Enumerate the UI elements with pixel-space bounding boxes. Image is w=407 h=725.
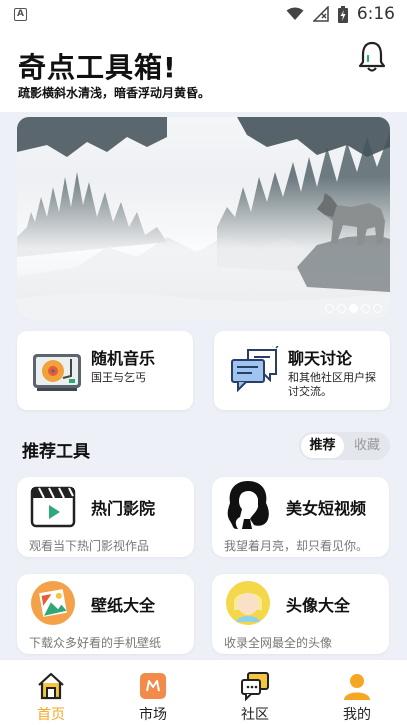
tool-desc: 收录全网最全的头像: [224, 636, 333, 650]
nav-label: 我的: [343, 707, 371, 723]
tab-recommend[interactable]: 推荐: [301, 434, 344, 458]
feature-desc: 和其他社区用户探讨交流。: [288, 371, 376, 398]
page-subtitle: 疏影横斜水清浅，暗香浮动月黄昏。: [18, 86, 211, 100]
header: 奇点工具箱! 疏影横斜水清浅，暗香浮动月黄昏。: [0, 28, 407, 112]
tool-card-short-video[interactable]: 美女短视频 我望着月亮，却只看见你。: [212, 477, 389, 557]
tool-card-cinema[interactable]: 热门影院 观看当下热门影视作品: [17, 477, 194, 557]
signal-off-icon: [312, 6, 329, 22]
tool-name: 美女短视频: [286, 499, 367, 518]
carousel-dot[interactable]: [361, 304, 370, 313]
bell-icon[interactable]: [355, 40, 389, 74]
feature-card-chat[interactable]: 聊天讨论 和其他社区用户探讨交流。: [214, 331, 390, 410]
tool-card-wallpaper[interactable]: 壁纸大全 下载众多好看的手机壁纸: [17, 574, 194, 654]
carousel-dot-active[interactable]: [349, 304, 358, 313]
carousel-dot[interactable]: [373, 304, 382, 313]
home-icon: [38, 672, 64, 700]
avatar-icon: [226, 581, 270, 625]
nav-item-home[interactable]: 首页: [0, 660, 102, 725]
clapperboard-icon: [30, 486, 76, 528]
page-title: 奇点工具箱!: [18, 51, 177, 84]
tool-card-avatar[interactable]: 头像大全 收录全网最全的头像: [212, 574, 389, 654]
tool-desc: 观看当下热门影视作品: [29, 539, 150, 553]
nav-item-community[interactable]: 社区: [204, 660, 306, 725]
tab-favorites[interactable]: 收藏: [346, 434, 388, 458]
battery-charging-icon: [337, 5, 348, 23]
carousel-indicator: [325, 304, 382, 313]
feature-title: 随机音乐: [91, 349, 156, 368]
status-time: 6:16: [356, 4, 395, 24]
wifi-icon: [286, 7, 304, 20]
tab-switcher: 推荐 收藏: [299, 432, 390, 460]
nav-label: 社区: [241, 707, 269, 723]
tool-name: 头像大全: [286, 596, 351, 615]
banner-carousel[interactable]: [17, 117, 390, 319]
chat-bubbles-icon: [231, 346, 279, 393]
market-icon: [140, 673, 166, 699]
banner-image: [17, 117, 390, 319]
tool-desc: 下载众多好看的手机壁纸: [29, 636, 162, 650]
app-notification-icon: A: [14, 7, 27, 21]
wallpaper-icon: [31, 581, 75, 625]
profile-icon: [344, 674, 370, 700]
nav-item-profile[interactable]: 我的: [306, 660, 407, 725]
record-player-icon: [33, 354, 81, 391]
tool-name: 壁纸大全: [91, 596, 156, 615]
carousel-dot[interactable]: [325, 304, 334, 313]
section-title: 推荐工具: [22, 442, 90, 462]
status-bar: A 6:16: [0, 0, 407, 28]
tool-desc: 我望着月亮，却只看见你。: [224, 539, 369, 553]
nav-item-market[interactable]: 市场: [102, 660, 204, 725]
woman-silhouette-icon: [227, 481, 269, 529]
bottom-nav: 首页 市场 社区 我的: [0, 659, 407, 725]
feature-desc: 国王与乞丐: [91, 371, 146, 384]
community-icon: [241, 672, 269, 701]
tool-name: 热门影院: [91, 499, 156, 518]
nav-label: 首页: [37, 707, 65, 723]
nav-label: 市场: [139, 707, 167, 723]
feature-card-random-music[interactable]: 随机音乐 国王与乞丐: [17, 331, 193, 410]
carousel-dot[interactable]: [337, 304, 346, 313]
feature-title: 聊天讨论: [288, 349, 353, 368]
